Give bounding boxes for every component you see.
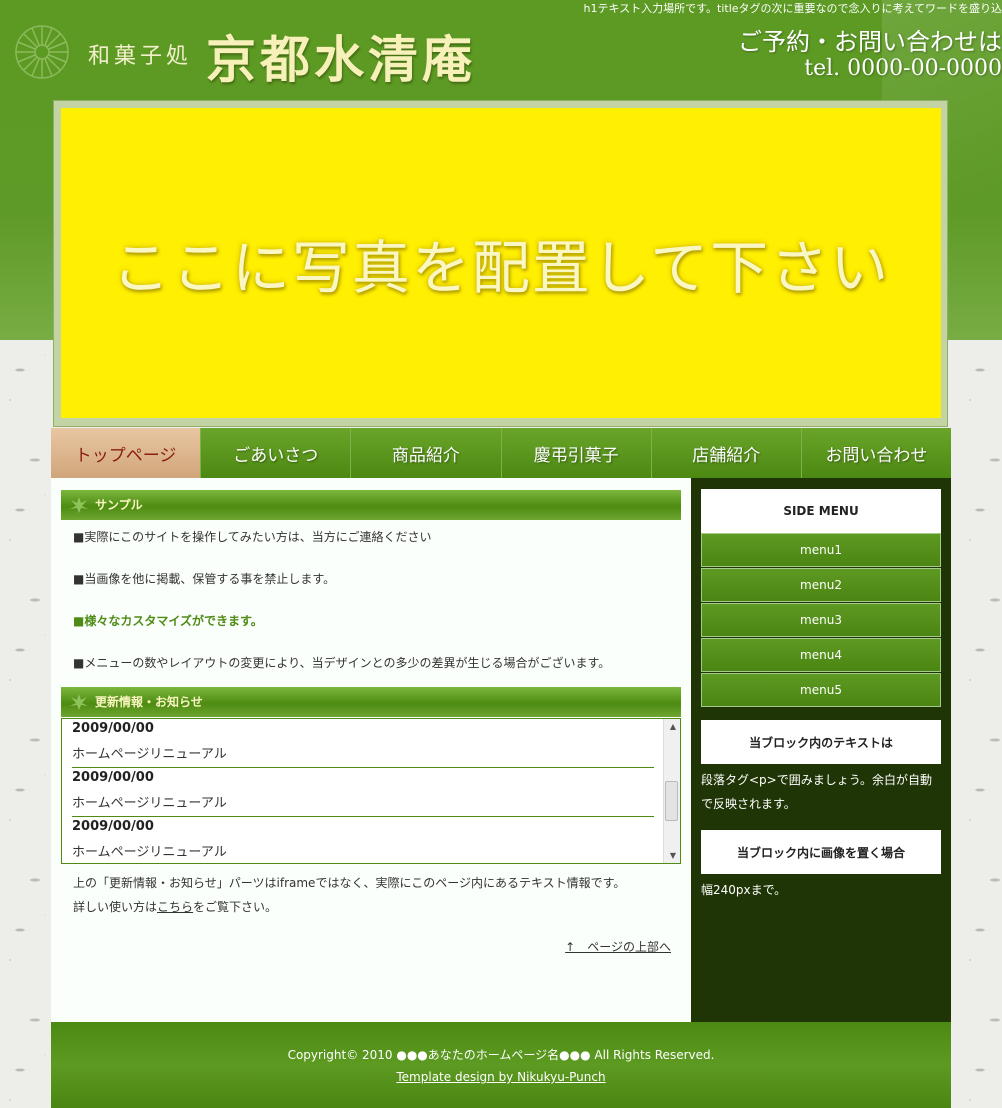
news-title: ホームページリニューアル xyxy=(72,747,227,762)
hero-image-placeholder: ここに写真を配置して下さい xyxy=(61,108,941,418)
nav-item-products[interactable]: 商品紹介 xyxy=(350,428,500,478)
usage-link[interactable]: こちら xyxy=(157,900,193,914)
sample-heading: サンプル xyxy=(61,490,681,520)
footer: Copyright© 2010 ●●●あなたのホームページ名●●● All Ri… xyxy=(51,1022,951,1108)
side-block2-text: 幅240pxまで。 xyxy=(701,883,787,897)
global-nav: トップページ ごあいさつ 商品紹介 慶弔引菓子 店舗紹介 お問い合わせ xyxy=(51,428,951,478)
h1-text: h1テキスト入力場所です。titleタグの次に重要なので念入りに考えてワードを盛… xyxy=(583,2,1002,15)
side-menu-item-2[interactable]: menu2 xyxy=(701,568,941,602)
side-menu-title: SIDE MENU xyxy=(701,489,941,533)
news-scrollbar[interactable]: ▲ ▼ xyxy=(663,719,680,863)
nav-item-top[interactable]: トップページ xyxy=(51,428,201,478)
side-menu-item-4[interactable]: menu4 xyxy=(701,638,941,672)
paragraph-customize: ■様々なカスタマイズができます。 xyxy=(73,614,263,628)
news-date: 2009/00/00 xyxy=(72,819,154,834)
main-content: サンプル ■実際にこのサイトを操作してみたい方は、当方にご連絡ください ■当画像… xyxy=(51,478,691,1022)
back-to-top-link[interactable]: ↑ ページの上部へ xyxy=(565,938,671,955)
contact-label: ご予約・お問い合わせは xyxy=(738,28,1002,56)
news-heading: 更新情報・お知らせ xyxy=(61,687,681,717)
contact-phone: tel. 0000-00-0000 xyxy=(804,56,1002,81)
note-text-suffix: をご覧下さい。 xyxy=(193,900,278,914)
news-scroll-box[interactable]: 2009/00/00 ホームページリニューアル 2009/00/00 ホームペー… xyxy=(61,718,681,864)
side-block1-text: 段落タグ<p>で囲みましょう。余白が自動で反映されます。 xyxy=(701,773,933,811)
note-text-prefix: 詳しい使い方は xyxy=(73,900,158,914)
nav-item-greeting[interactable]: ごあいさつ xyxy=(200,428,350,478)
news-item: 2009/00/00 ホームページリニューアル xyxy=(72,768,654,817)
news-heading-text: 更新情報・お知らせ xyxy=(95,695,203,709)
scroll-down-icon[interactable]: ▼ xyxy=(670,851,676,860)
sample-heading-text: サンプル xyxy=(95,498,143,512)
side-block2-title: 当ブロック内に画像を置く場合 xyxy=(701,830,941,874)
template-credit-link[interactable]: Template design by Nikukyu-Punch xyxy=(51,1070,951,1084)
news-date: 2009/00/00 xyxy=(72,721,154,736)
news-title: ホームページリニューアル xyxy=(72,796,227,811)
scrollbar-thumb[interactable] xyxy=(665,781,678,821)
nav-item-store[interactable]: 店舗紹介 xyxy=(650,428,801,478)
news-note-line2: 詳しい使い方はこちらをご覧下さい。 xyxy=(73,898,277,915)
news-date: 2009/00/00 xyxy=(72,770,154,785)
chrysanthemum-logo-icon xyxy=(15,25,69,79)
news-note-line1: 上の「更新情報・お知らせ」パーツはiframeではなく、実際にこのページ内にある… xyxy=(73,876,626,890)
nav-item-contact[interactable]: お問い合わせ xyxy=(800,428,951,478)
site-logo[interactable]: 京都水清庵 xyxy=(206,20,476,92)
news-title: ホームページリニューアル xyxy=(72,845,227,860)
side-menu-item-3[interactable]: menu3 xyxy=(701,603,941,637)
scroll-up-icon[interactable]: ▲ xyxy=(670,722,676,731)
leaf-icon xyxy=(70,694,88,710)
side-menu-item-5[interactable]: menu5 xyxy=(701,673,941,707)
logo-subtitle: 和菓子処 xyxy=(88,44,193,69)
copyright-text: Copyright© 2010 ●●●あなたのホームページ名●●● All Ri… xyxy=(287,1048,715,1062)
news-item: 2009/00/00 ホームページリニューアル xyxy=(72,719,654,768)
side-block1-title: 当ブロック内のテキストは xyxy=(701,720,941,764)
side-menu-item-1[interactable]: menu1 xyxy=(701,533,941,567)
hero-placeholder-text: ここに写真を配置して下さい xyxy=(111,234,891,302)
paragraph-contact: ■実際にこのサイトを操作してみたい方は、当方にご連絡ください xyxy=(73,530,432,544)
sidebar: SIDE MENU menu1 menu2 menu3 menu4 menu5 … xyxy=(691,478,951,1022)
nav-item-ceremonial-sweets[interactable]: 慶弔引菓子 xyxy=(500,428,651,478)
paragraph-layout-note: ■メニューの数やレイアウトの変更により、当デザインとの多少の差異が生じる場合がご… xyxy=(73,656,611,670)
leaf-icon xyxy=(70,497,88,513)
paragraph-copyright-notice: ■当画像を他に掲載、保管する事を禁止します。 xyxy=(73,572,336,586)
news-item: 2009/00/00 ホームページリニューアル xyxy=(72,817,654,863)
